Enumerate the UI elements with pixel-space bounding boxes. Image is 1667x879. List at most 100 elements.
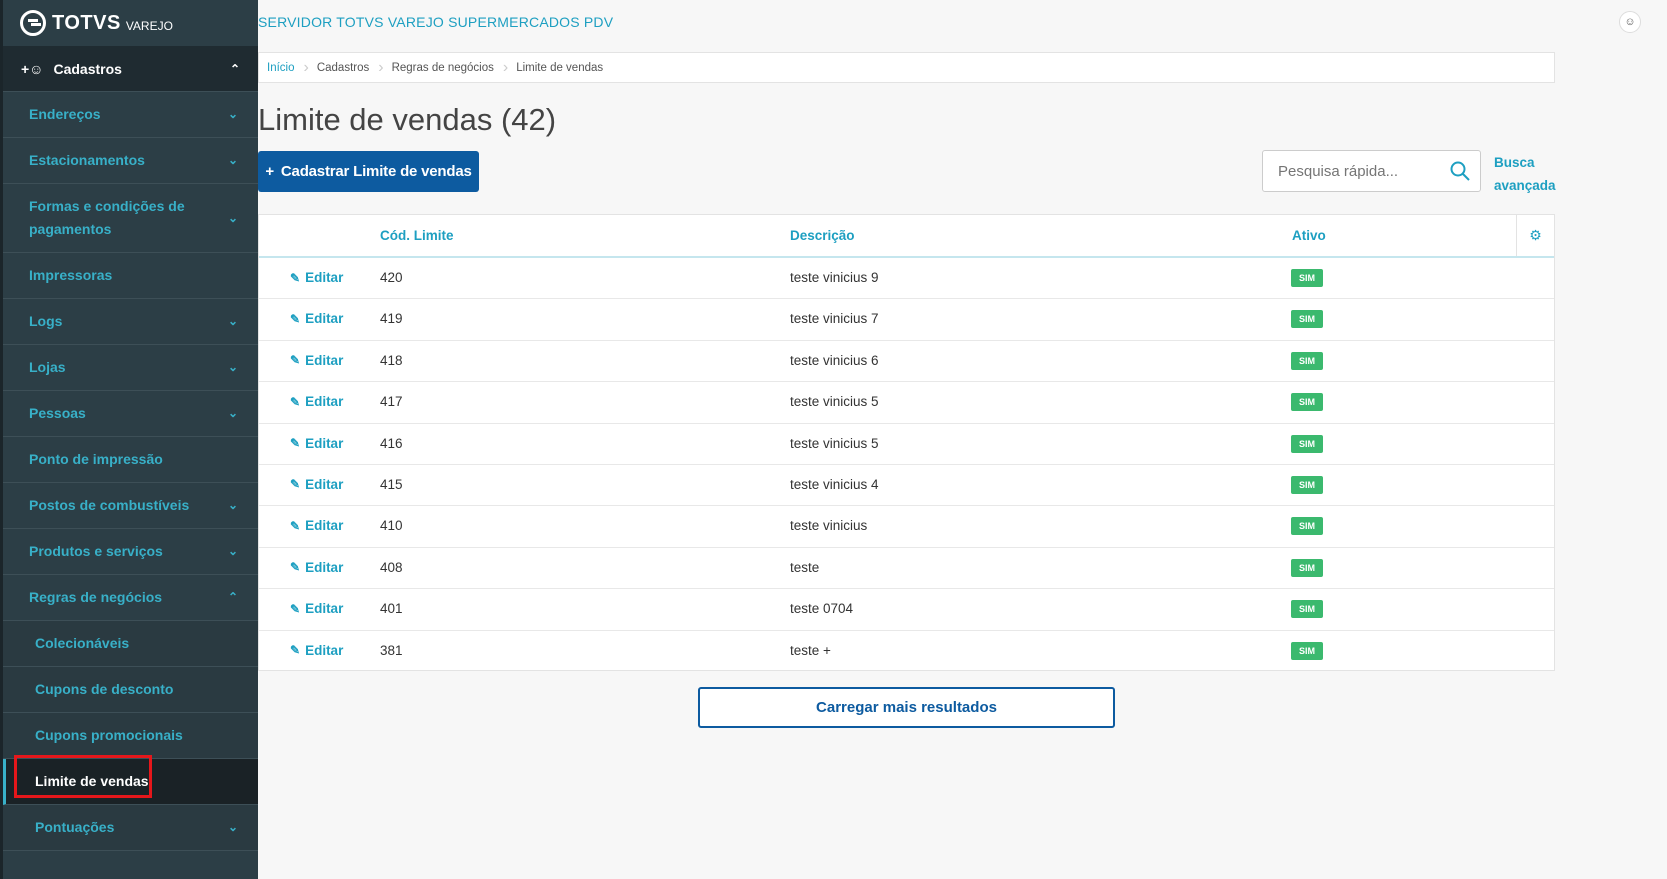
user-avatar-icon[interactable]: ☺ — [1619, 11, 1641, 33]
chevron-down-icon: ⌄ — [227, 820, 239, 834]
edit-link[interactable]: ✎ Editar — [290, 436, 343, 451]
sidebar-group-cadastros[interactable]: +☺ Cadastros ⌃ — [3, 46, 258, 92]
status-badge: SIM — [1291, 434, 1324, 453]
advanced-search-line1: Busca — [1494, 155, 1535, 170]
highlight-box — [14, 755, 152, 798]
cell-cod-limite: 418 — [380, 352, 403, 368]
status-badge: SIM — [1291, 351, 1324, 370]
logo-subtext: VAREJO — [125, 18, 173, 33]
sidebar-item-4[interactable]: Logs ⌄ — [3, 299, 258, 345]
sidebar-menu: Endereços ⌄ Estacionamentos ⌄ Formas e condi… — [3, 92, 258, 851]
edit-label: Editar — [305, 311, 344, 327]
pencil-icon: ✎ — [290, 560, 301, 575]
search-input[interactable] — [1278, 162, 1438, 180]
breadcrumb-item[interactable]: Regras de negócios › — [392, 59, 517, 77]
cell-cod-limite: 415 — [380, 476, 403, 492]
pencil-icon: ✎ — [290, 436, 301, 451]
edit-link[interactable]: ✎ Editar — [290, 518, 343, 533]
edit-link[interactable]: ✎ Editar — [290, 394, 343, 409]
edit-label: Editar — [305, 394, 344, 410]
topbar: SERVIDOR TOTVS VAREJO SUPERMERCADOS PDV — [258, 0, 1667, 44]
edit-link[interactable]: ✎ Editar — [290, 477, 343, 492]
edit-link[interactable]: ✎ Editar — [290, 353, 343, 368]
cell-descricao: teste vinicius 5 — [790, 435, 879, 451]
cell-descricao: teste — [790, 559, 820, 575]
sidebar-subitem-label: Cupons promocionais — [35, 727, 183, 743]
sidebar-item-0[interactable]: Endereços ⌄ — [3, 92, 258, 138]
sidebar-item-3[interactable]: Impressoras — [3, 253, 258, 299]
logo[interactable]: TOTVS VAREJO — [3, 0, 258, 46]
sidebar-item-6[interactable]: Pessoas ⌄ — [3, 391, 258, 437]
sidebar-subitem-label: Cupons de desconto — [35, 681, 174, 697]
sidebar-item-5[interactable]: Lojas ⌄ — [3, 345, 258, 391]
edit-link[interactable]: ✎ Editar — [290, 560, 343, 575]
breadcrumb-label: Limite de vendas — [516, 61, 604, 74]
edit-label: Editar — [305, 476, 344, 492]
table-settings-gear-icon[interactable]: ⚙ — [1516, 215, 1554, 256]
sidebar-subitem-2[interactable]: Cupons promocionais — [3, 713, 258, 759]
sidebar-item-1[interactable]: Estacionamentos ⌄ — [3, 138, 258, 184]
edit-label: Editar — [305, 352, 344, 368]
sidebar-item-label: Produtos e serviços — [29, 543, 163, 559]
edit-link[interactable]: ✎ Editar — [290, 311, 343, 326]
sidebar-item-7[interactable]: Ponto de impressão — [3, 437, 258, 483]
cell-cod-limite: 419 — [380, 311, 403, 327]
pencil-icon: ✎ — [290, 394, 301, 409]
column-cod-limite[interactable]: Cód. Limite — [380, 228, 454, 243]
create-limit-button[interactable]: + Cadastrar Limite de vendas — [258, 151, 479, 192]
breadcrumb-item[interactable]: Início › — [267, 59, 317, 77]
sidebar-subitem-label: Colecionáveis — [35, 635, 130, 651]
edit-label: Editar — [305, 642, 344, 658]
table-row: ✎ Editar 401 teste 0704 SIM — [259, 589, 1554, 631]
cell-descricao: teste vinicius — [790, 518, 868, 534]
search-icon[interactable] — [1450, 161, 1470, 181]
sidebar-item-label: Formas e condições de pagamentos — [29, 198, 185, 237]
sidebar-subitem-1[interactable]: Cupons de desconto — [3, 667, 258, 713]
status-badge: SIM — [1291, 600, 1324, 619]
sidebar-item-label: Lojas — [29, 359, 66, 375]
edit-link[interactable]: ✎ Editar — [290, 643, 343, 658]
breadcrumb-separator-icon: › — [502, 58, 509, 76]
status-badge: SIM — [1291, 475, 1324, 494]
table-row: ✎ Editar 419 teste vinicius 7 SIM — [259, 299, 1554, 341]
chevron-icon: ⌄ — [227, 314, 239, 328]
page-title: Limite de vendas (42) — [258, 102, 557, 137]
sidebar-item-8[interactable]: Postos de combustíveis ⌄ — [3, 483, 258, 529]
plus-icon: + — [265, 163, 274, 180]
breadcrumb-item[interactable]: Cadastros › — [317, 59, 392, 77]
cell-descricao: teste vinicius 9 — [790, 270, 879, 285]
cell-descricao: teste vinicius 5 — [790, 394, 879, 410]
sidebar-subitem-0[interactable]: Colecionáveis — [3, 621, 258, 667]
sidebar: TOTVS VAREJO +☺ Cadastros ⌃ Endereços ⌄ Es… — [0, 0, 258, 879]
advanced-search-link[interactable]: Busca avançada — [1494, 151, 1558, 197]
cell-descricao: teste vinicius 4 — [790, 476, 879, 492]
sidebar-subitem-pontuacoes[interactable]: Pontuações ⌄ — [3, 805, 258, 851]
sidebar-item-label: Impressoras — [29, 267, 113, 283]
load-more-button[interactable]: Carregar mais resultados — [698, 687, 1115, 728]
sidebar-item-2[interactable]: Formas e condições de pagamentos ⌄ — [3, 184, 258, 253]
table-row: ✎ Editar 418 teste vinicius 6 SIM — [259, 341, 1554, 383]
cell-cod-limite: 401 — [380, 601, 403, 617]
column-ativo[interactable]: Ativo — [1292, 228, 1326, 243]
column-descricao[interactable]: Descrição — [790, 228, 855, 243]
pencil-icon: ✎ — [290, 477, 301, 492]
edit-label: Editar — [305, 601, 344, 617]
edit-link[interactable]: ✎ Editar — [290, 601, 343, 616]
sidebar-item-label: Estacionamentos — [29, 152, 145, 168]
pencil-icon: ✎ — [290, 270, 301, 285]
quick-search[interactable] — [1262, 150, 1481, 192]
limits-table: Cód. Limite Descrição Ativo ⚙ ✎ Editar 420… — [258, 214, 1555, 671]
sidebar-item-9[interactable]: Produtos e serviços ⌄ — [3, 529, 258, 575]
edit-link[interactable]: ✎ Editar — [290, 270, 343, 285]
cell-cod-limite: 416 — [380, 435, 403, 451]
server-title: SERVIDOR TOTVS VAREJO SUPERMERCADOS PDV — [258, 14, 614, 30]
status-badge: SIM — [1291, 269, 1324, 287]
breadcrumb-separator-icon: › — [378, 58, 384, 76]
edit-label: Editar — [305, 559, 344, 575]
sidebar-item-10[interactable]: Regras de negócios ⌃ — [3, 575, 258, 621]
sidebar-item-label: Postos de combustíveis — [29, 497, 190, 513]
create-button-label: Cadastrar Limite de vendas — [280, 163, 472, 180]
cell-cod-limite: 408 — [380, 559, 403, 575]
sidebar-item-label: Endereços — [29, 106, 101, 122]
status-badge: SIM — [1291, 641, 1324, 660]
